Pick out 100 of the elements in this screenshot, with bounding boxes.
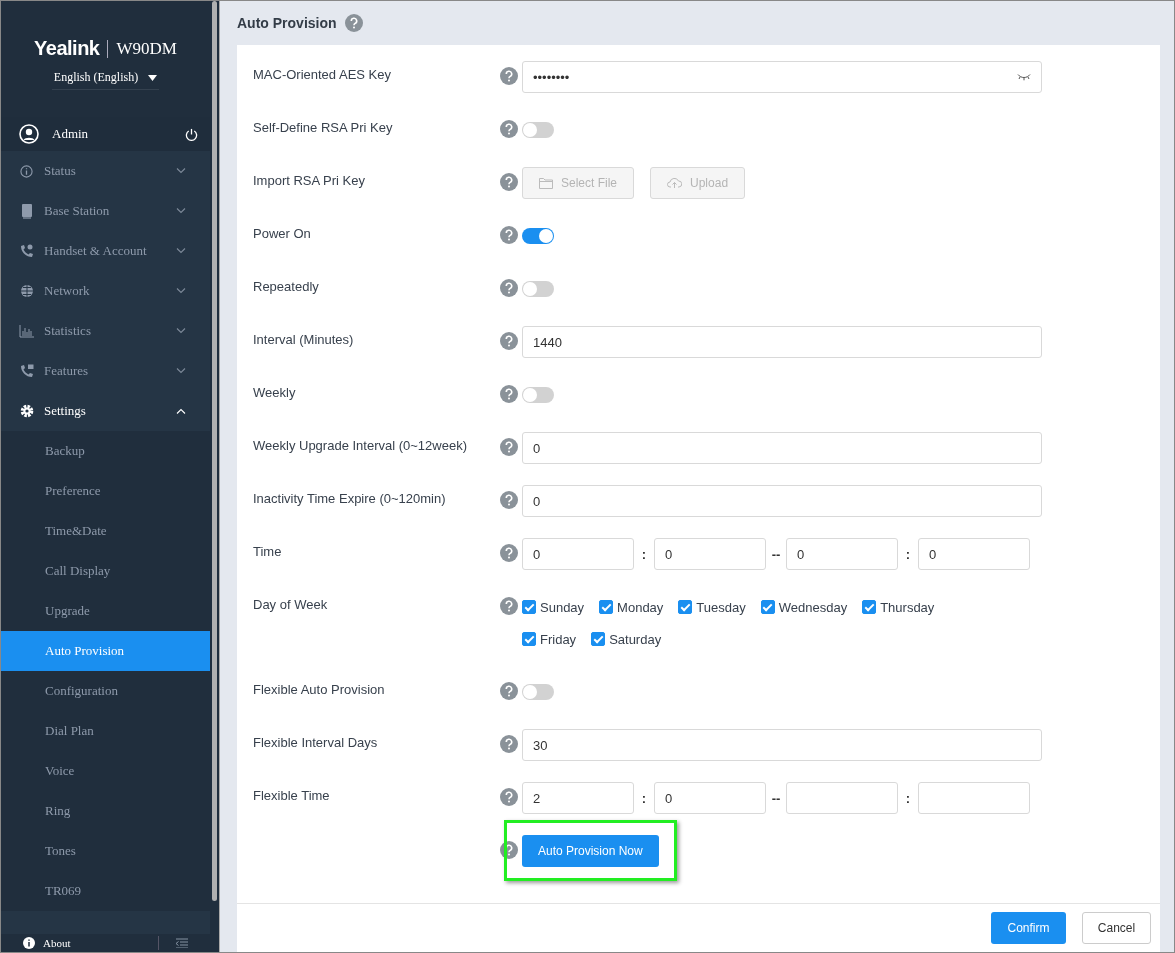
submenu-item[interactable]: Voice (1, 751, 210, 791)
help-icon[interactable] (500, 544, 518, 562)
help-icon[interactable] (500, 120, 518, 138)
brand-logo: Yealink (34, 37, 100, 60)
user-name: Admin (52, 126, 90, 142)
time-field[interactable]: 0 (654, 782, 766, 814)
cancel-button[interactable]: Cancel (1082, 912, 1151, 944)
menu-item[interactable]: Base Station (1, 191, 210, 231)
time-separator: : (640, 546, 648, 562)
checkbox-label: Saturday (609, 631, 662, 647)
help-icon[interactable] (500, 385, 518, 403)
field-label: Flexible Interval Days (253, 735, 378, 750)
time-field[interactable]: 0 (654, 538, 766, 570)
toggle-switch[interactable] (522, 387, 554, 403)
checkbox[interactable] (760, 600, 775, 614)
field-label: Weekly (253, 385, 296, 400)
toggle-switch[interactable] (522, 122, 554, 138)
scrollbar-thumb[interactable] (212, 1, 217, 901)
field-label: Self-Define RSA Pri Key (253, 120, 393, 135)
password-field[interactable]: •••••••• (522, 61, 1042, 93)
checkbox[interactable] (591, 632, 606, 646)
time-separator: : (640, 790, 648, 806)
time-separator: -- (770, 790, 782, 806)
text-field[interactable]: 0 (522, 432, 1042, 464)
menu-item[interactable]: Features (1, 351, 210, 391)
chevron-up-icon (176, 408, 186, 414)
field-label: Interval (Minutes) (253, 332, 354, 347)
menu-item[interactable]: Handset & Account (1, 231, 210, 271)
collapse-menu-icon[interactable] (175, 938, 188, 948)
submenu-item[interactable]: Configuration (1, 671, 210, 711)
chevron-down-icon (176, 368, 186, 374)
help-icon[interactable] (500, 491, 518, 509)
field-label: Day of Week (253, 597, 328, 612)
submenu-item[interactable]: Upgrade (1, 591, 210, 631)
submenu-item[interactable]: Time&Date (1, 511, 210, 551)
submenu-item[interactable]: Call Display (1, 551, 210, 591)
menu-item[interactable]: Settings (1, 391, 210, 431)
confirm-button[interactable]: Confirm (991, 912, 1066, 944)
help-icon[interactable] (500, 735, 518, 753)
toggle-switch[interactable] (522, 281, 554, 297)
help-icon[interactable] (500, 279, 518, 297)
text-field[interactable]: 0 (522, 485, 1042, 517)
submenu-item[interactable]: Auto Provision (1, 631, 210, 671)
submenu-item[interactable]: Dial Plan (1, 711, 210, 751)
text-field[interactable]: 1440 (522, 326, 1042, 358)
field-label: Time (253, 544, 282, 559)
checkbox[interactable] (522, 600, 536, 614)
phone-user-icon (19, 244, 34, 258)
text-field[interactable]: 30 (522, 729, 1042, 761)
submenu-item[interactable]: Ring (1, 791, 210, 831)
time-field[interactable] (786, 782, 898, 814)
help-icon[interactable] (500, 682, 518, 700)
page-title: Auto Provision (237, 15, 337, 31)
help-icon[interactable] (500, 438, 518, 456)
chevron-down-icon (176, 208, 186, 214)
checkbox[interactable] (522, 632, 536, 646)
chevron-down-icon (176, 288, 186, 294)
menu-item[interactable]: Network (1, 271, 210, 311)
submenu-item[interactable]: TR069 (1, 871, 210, 911)
help-icon[interactable] (344, 14, 363, 32)
time-field[interactable]: 0 (522, 538, 634, 570)
help-icon[interactable] (500, 226, 518, 244)
checkbox[interactable] (678, 600, 693, 614)
cloud-upload-icon (667, 177, 683, 189)
field-label: Import RSA Pri Key (253, 173, 365, 188)
user-icon (19, 124, 39, 144)
toggle-switch[interactable] (522, 228, 554, 244)
help-icon[interactable] (500, 173, 518, 191)
field-label: MAC-Oriented AES Key (253, 67, 391, 82)
time-field[interactable]: 0 (786, 538, 898, 570)
closed-eye-icon[interactable] (1017, 73, 1031, 81)
time-separator: -- (770, 546, 782, 562)
chevron-down-icon (176, 168, 186, 174)
time-field[interactable] (918, 782, 1030, 814)
submenu-item[interactable]: Tones (1, 831, 210, 871)
help-icon[interactable] (500, 67, 518, 85)
auto-provision-now-button[interactable]: Auto Provision Now (522, 835, 659, 867)
help-icon[interactable] (500, 597, 518, 615)
submenu-item[interactable]: Preference (1, 471, 210, 511)
help-icon[interactable] (500, 788, 518, 806)
checkbox-label: Friday (540, 631, 577, 647)
help-icon[interactable] (500, 841, 518, 859)
language-select[interactable]: English (English) (51, 68, 160, 90)
menu-item[interactable]: Status (1, 151, 210, 191)
toggle-switch[interactable] (522, 684, 554, 700)
time-separator: : (904, 790, 912, 806)
field-label: Power On (253, 226, 311, 241)
checkbox[interactable] (599, 600, 614, 614)
help-icon[interactable] (500, 332, 518, 350)
checkbox-label: Sunday (540, 599, 585, 615)
bar-chart-icon (19, 324, 34, 338)
checkbox-label: Monday (617, 599, 664, 615)
submenu-item[interactable]: Backup (1, 431, 210, 471)
checkbox[interactable] (862, 600, 877, 614)
time-field[interactable]: 0 (918, 538, 1030, 570)
time-field[interactable]: 2 (522, 782, 634, 814)
power-icon[interactable] (185, 127, 198, 141)
about-link[interactable]: About (43, 937, 150, 949)
field-label: Flexible Auto Provision (253, 682, 385, 697)
menu-item[interactable]: Statistics (1, 311, 210, 351)
